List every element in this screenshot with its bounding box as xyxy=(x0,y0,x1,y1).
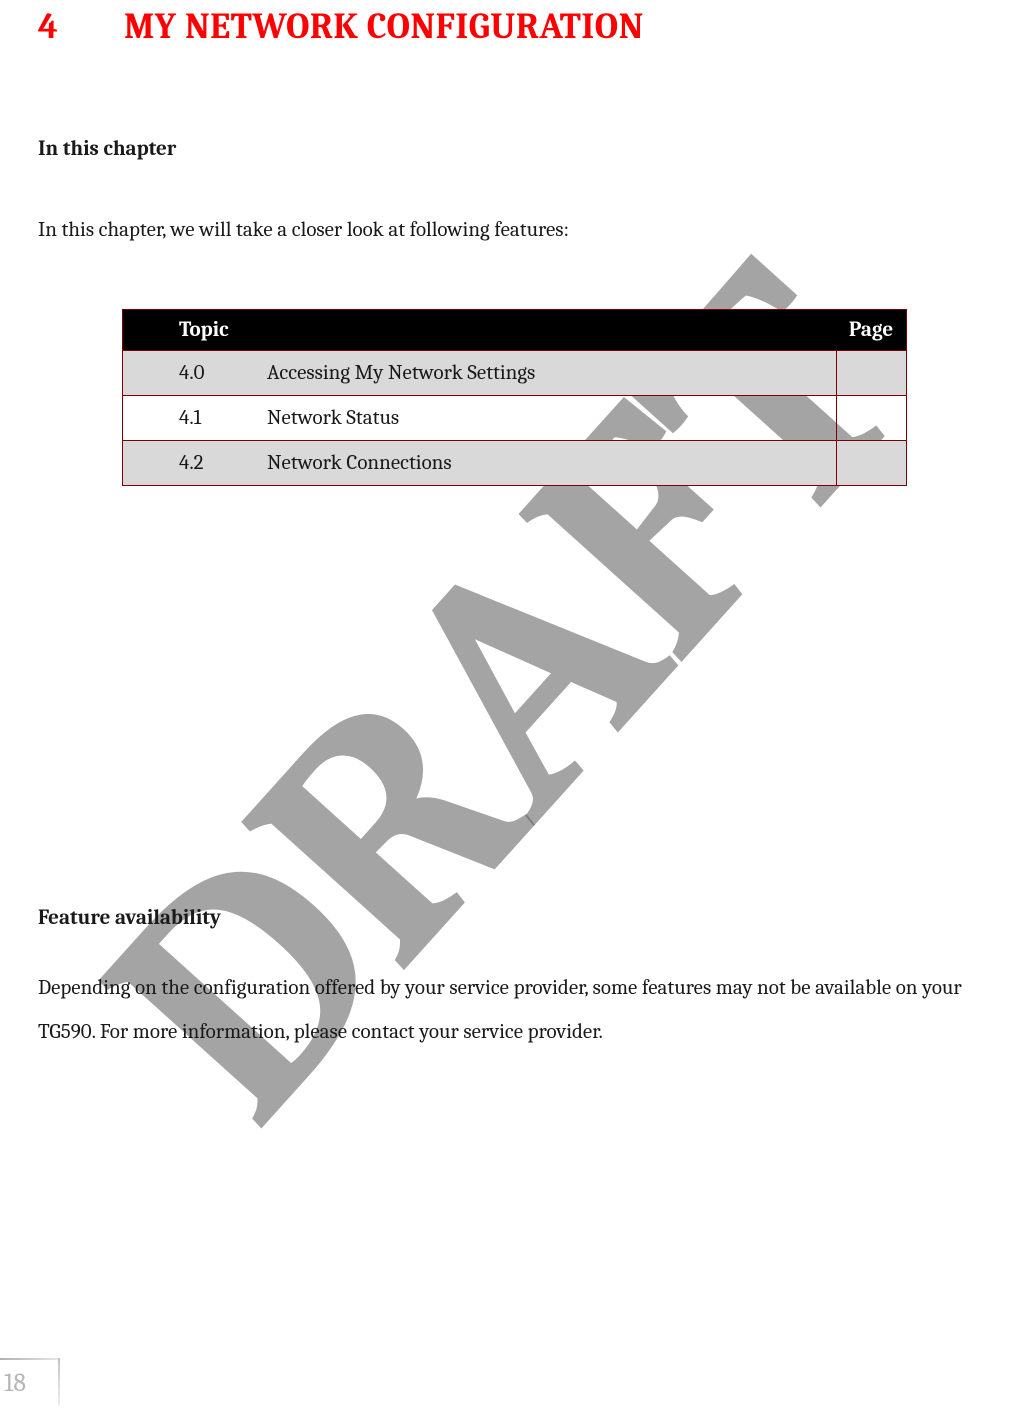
page-content: 4 MY NETWORK CONFIGURATION In this chapt… xyxy=(0,6,1009,1054)
toc-row-page xyxy=(836,396,906,441)
page-footer: 18 xyxy=(0,1358,60,1408)
section-in-this-chapter-intro: In this chapter, we will take a closer l… xyxy=(38,209,971,251)
page-number: 18 xyxy=(4,1368,26,1398)
toc-row-page xyxy=(836,441,906,486)
footer-rule-top xyxy=(0,1358,60,1360)
toc-row-num: 4.1 xyxy=(123,396,257,441)
section-in-this-chapter-label: In this chapter xyxy=(38,137,971,161)
toc-row-title: Network Connections xyxy=(257,441,836,486)
toc-table-wrap: Topic Page 4.0 Accessing My Network Sett… xyxy=(122,309,907,486)
section-feature-availability-body: Depending on the configuration offered b… xyxy=(38,966,971,1054)
toc-row-num: 4.2 xyxy=(123,441,257,486)
toc-row-num: 4.0 xyxy=(123,351,257,396)
table-row: 4.2 Network Connections xyxy=(123,441,906,486)
toc-header-topic: Topic xyxy=(123,310,836,351)
toc-header-page: Page xyxy=(836,310,906,351)
table-row: 4.1 Network Status xyxy=(123,396,906,441)
chapter-title: MY NETWORK CONFIGURATION xyxy=(124,6,644,47)
toc-row-title: Accessing My Network Settings xyxy=(257,351,836,396)
footer-rule-side xyxy=(58,1358,60,1406)
chapter-heading: 4 MY NETWORK CONFIGURATION xyxy=(38,6,971,47)
section-feature-availability-label: Feature availability xyxy=(38,906,971,930)
toc-table: Topic Page 4.0 Accessing My Network Sett… xyxy=(123,310,906,485)
toc-header-row: Topic Page xyxy=(123,310,906,351)
chapter-number: 4 xyxy=(38,6,124,47)
toc-row-page xyxy=(836,351,906,396)
toc-row-title: Network Status xyxy=(257,396,836,441)
table-row: 4.0 Accessing My Network Settings xyxy=(123,351,906,396)
